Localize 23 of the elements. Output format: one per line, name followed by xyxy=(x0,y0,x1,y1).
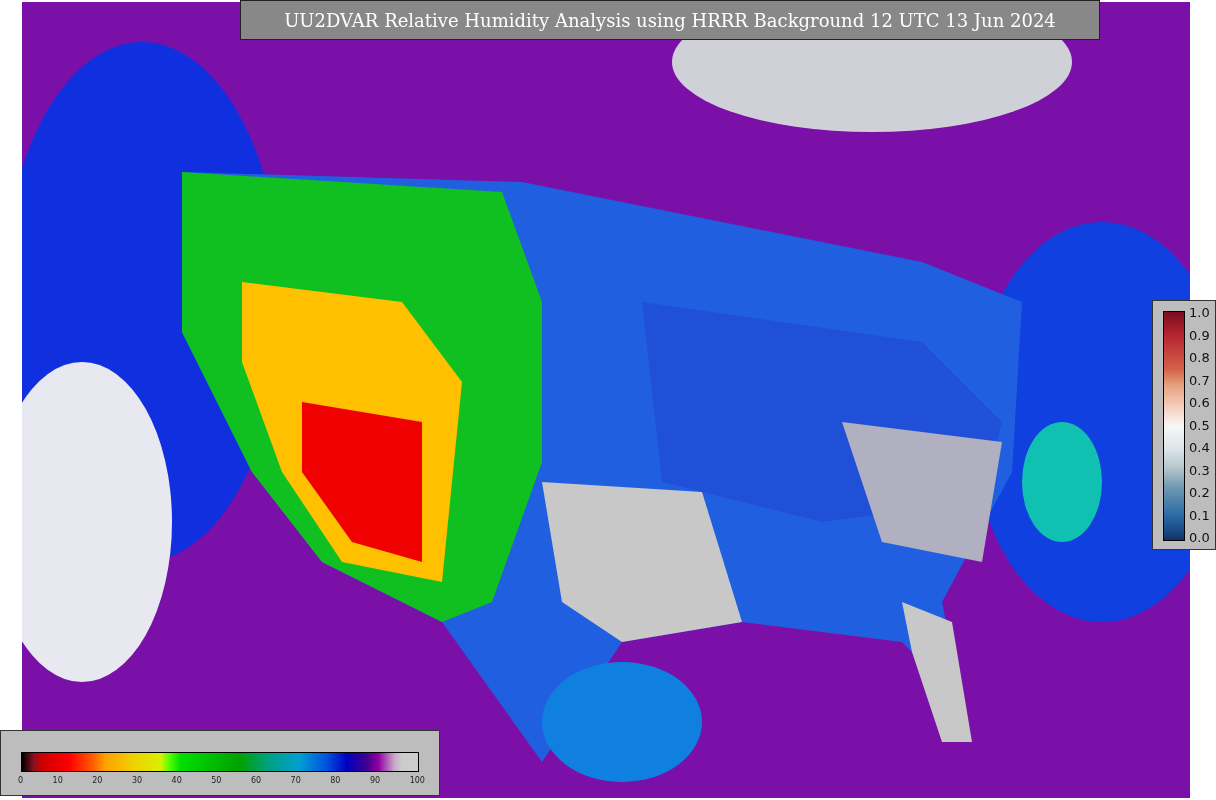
tick-label: 0.5 xyxy=(1189,417,1210,433)
tick-label: 20 xyxy=(92,776,103,785)
tick-label: 0.0 xyxy=(1189,530,1210,545)
tick-label: 0.9 xyxy=(1189,327,1210,343)
tick-label: 80 xyxy=(330,776,341,785)
tick-label: 0.8 xyxy=(1189,350,1210,365)
tick-label: 10 xyxy=(52,776,63,785)
tick-label: 0.4 xyxy=(1189,440,1210,455)
tick-label: 1.0 xyxy=(1189,305,1210,320)
tick-label: 60 xyxy=(250,776,262,785)
tick-label: 0 xyxy=(18,776,24,785)
tick-label: 0.1 xyxy=(1189,507,1210,523)
tick-label: 70 xyxy=(290,776,301,785)
tick-label: 0.7 xyxy=(1189,372,1210,388)
tick-label: 90 xyxy=(369,776,381,785)
tick-label: 100 xyxy=(409,776,425,785)
tick-label: 0.6 xyxy=(1189,395,1210,410)
tick-label: 50 xyxy=(211,776,222,785)
tick-label: 30 xyxy=(131,776,143,785)
tick-label: 0.2 xyxy=(1189,485,1210,500)
map-title: UU2DVAR Relative Humidity Analysis using HRRR Background 12 UTC 13 Jun 2024 xyxy=(240,0,1100,40)
tick-label: 40 xyxy=(171,776,182,785)
tick-label: 0.3 xyxy=(1189,462,1210,478)
